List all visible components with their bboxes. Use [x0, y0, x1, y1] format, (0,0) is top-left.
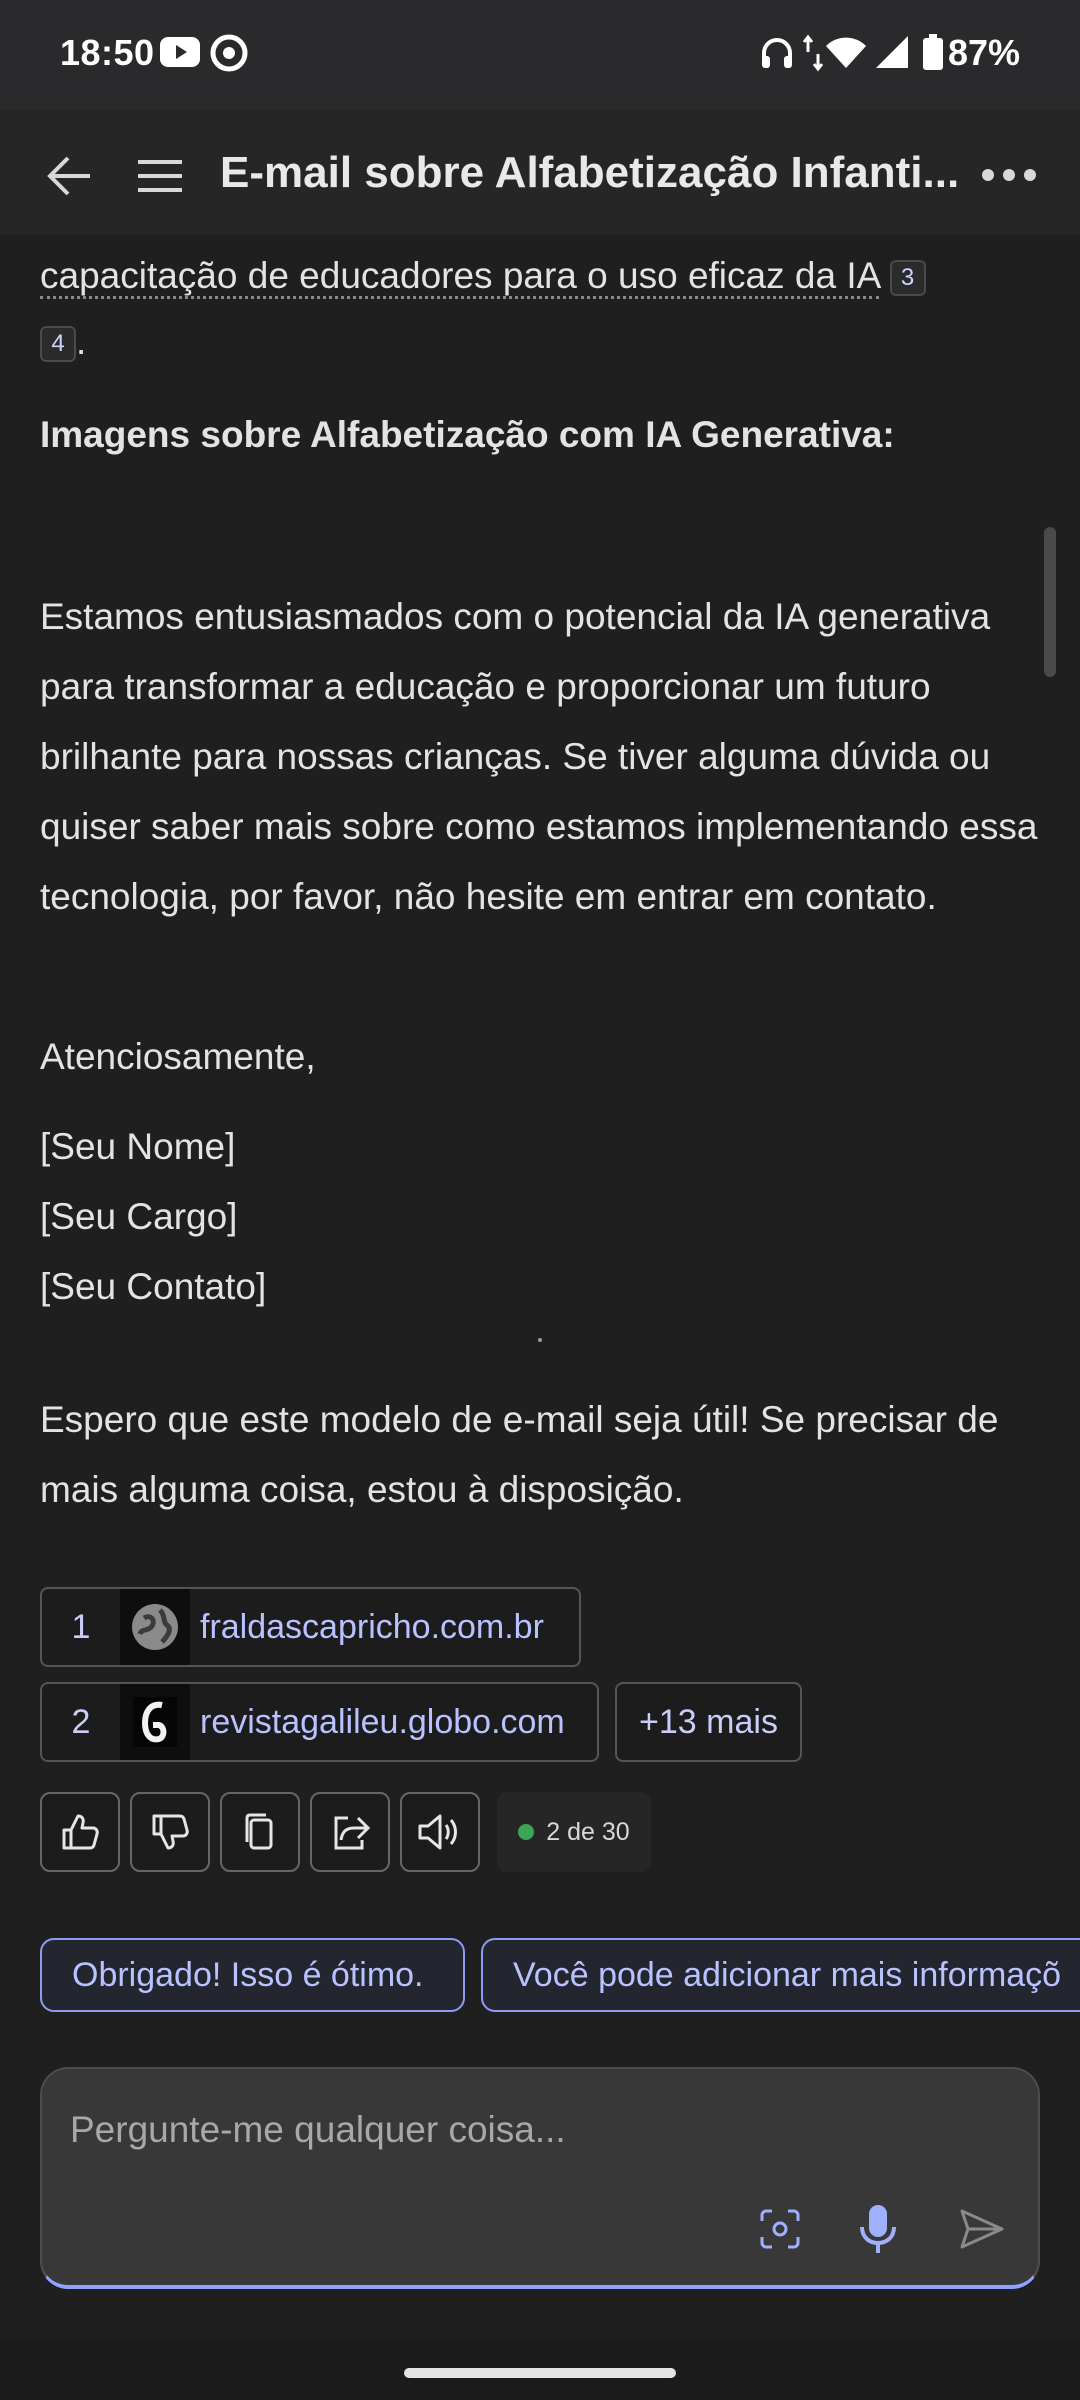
- microphone-icon: [860, 2205, 896, 2253]
- thumbs-down-icon: [152, 1814, 189, 1850]
- youtube-icon: [158, 34, 202, 75]
- conversation-title: E-mail sobre Alfabetização Infanti...: [220, 148, 960, 197]
- message-line-capacitacao: capacitação de educadores para o uso efi…: [40, 241, 1040, 311]
- wifi-icon: [824, 34, 868, 77]
- battery-percentage: 87%: [947, 32, 1020, 73]
- closing-text: Atenciosamente,: [40, 1036, 316, 1077]
- home-gesture-handle[interactable]: [404, 2368, 676, 2378]
- chat-content: capacitação de educadores para o uso efi…: [0, 235, 1080, 2035]
- back-arrow-icon: [47, 156, 90, 196]
- source-domain: revistagalileu.globo.com: [200, 1703, 565, 1741]
- signature-name: [Seu Nome]: [40, 1126, 236, 1167]
- speaker-icon: [418, 1814, 457, 1850]
- more-sources-button[interactable]: +13 mais: [615, 1682, 802, 1762]
- headphones-icon: [758, 34, 796, 77]
- more-dots-icon: [982, 169, 1036, 181]
- navigation-bar: [0, 2340, 1080, 2400]
- citation-3[interactable]: 3: [889, 260, 926, 297]
- response-counter: 2 de 30: [497, 1792, 651, 1872]
- source-domain: fraldascapricho.com.br: [200, 1608, 544, 1646]
- separator-dot: [538, 1338, 542, 1342]
- copy-icon: [245, 1813, 273, 1850]
- copy-button[interactable]: [220, 1792, 300, 1872]
- send-icon: [960, 2209, 1004, 2249]
- thumbs-up-icon: [62, 1814, 99, 1850]
- suggestion-chip-1[interactable]: Obrigado! Isso é ótimo.: [40, 1938, 465, 2012]
- status-dot: [518, 1824, 535, 1840]
- message-paragraph: Estamos entusiasmados com o potencial da…: [40, 596, 1038, 917]
- thumbs-up-button[interactable]: [40, 1792, 120, 1872]
- back-button[interactable]: [40, 146, 100, 206]
- signature-role: [Seu Cargo]: [40, 1196, 238, 1237]
- visual-search-button[interactable]: [750, 2199, 810, 2259]
- hamburger-icon: [138, 160, 182, 192]
- status-time: 18:50: [60, 32, 155, 73]
- suggestion-chip-2[interactable]: Você pode adicionar mais informaçõ: [481, 1938, 1080, 2012]
- galileu-logo-icon: [120, 1684, 190, 1760]
- read-aloud-button[interactable]: [400, 1792, 480, 1872]
- chrome-icon: [210, 34, 248, 77]
- camera-scan-icon: [760, 2209, 800, 2249]
- source-chip-1[interactable]: 1 fraldascapricho.com.br: [40, 1587, 581, 1667]
- data-arrows-icon: [802, 34, 824, 77]
- signal-icon: [874, 34, 910, 77]
- citation-4[interactable]: 4: [40, 326, 76, 363]
- thumbs-down-button[interactable]: [130, 1792, 210, 1872]
- signature-contact: [Seu Contato]: [40, 1266, 267, 1307]
- source-chip-2[interactable]: 2 revistagalileu.globo.com: [40, 1682, 599, 1762]
- send-button[interactable]: [952, 2199, 1012, 2259]
- microphone-button[interactable]: [848, 2199, 908, 2259]
- share-icon: [334, 1816, 371, 1850]
- chat-input-box[interactable]: Pergunte-me qualquer coisa...: [40, 2067, 1040, 2289]
- message-line-cite4: 4.: [40, 307, 1040, 377]
- battery-icon: [922, 34, 944, 77]
- source-number: 2: [71, 1703, 91, 1741]
- images-heading: Imagens sobre Alfabetização com IA Gener…: [40, 414, 895, 455]
- followup-text: Espero que este modelo de e-mail seja út…: [40, 1399, 999, 1510]
- response-count-text: 2 de 30: [546, 1817, 630, 1846]
- menu-button[interactable]: [132, 148, 188, 204]
- globe-icon: [120, 1589, 190, 1665]
- source-number: 1: [71, 1608, 91, 1646]
- chat-input-placeholder[interactable]: Pergunte-me qualquer coisa...: [70, 2109, 566, 2151]
- status-bar: 18:50 87%: [0, 0, 1080, 110]
- more-options-button[interactable]: [976, 150, 1042, 200]
- app-bar: E-mail sobre Alfabetização Infanti...: [0, 110, 1080, 235]
- share-button[interactable]: [310, 1792, 390, 1872]
- highlighted-text[interactable]: capacitação de educadores para o uso efi…: [40, 255, 880, 299]
